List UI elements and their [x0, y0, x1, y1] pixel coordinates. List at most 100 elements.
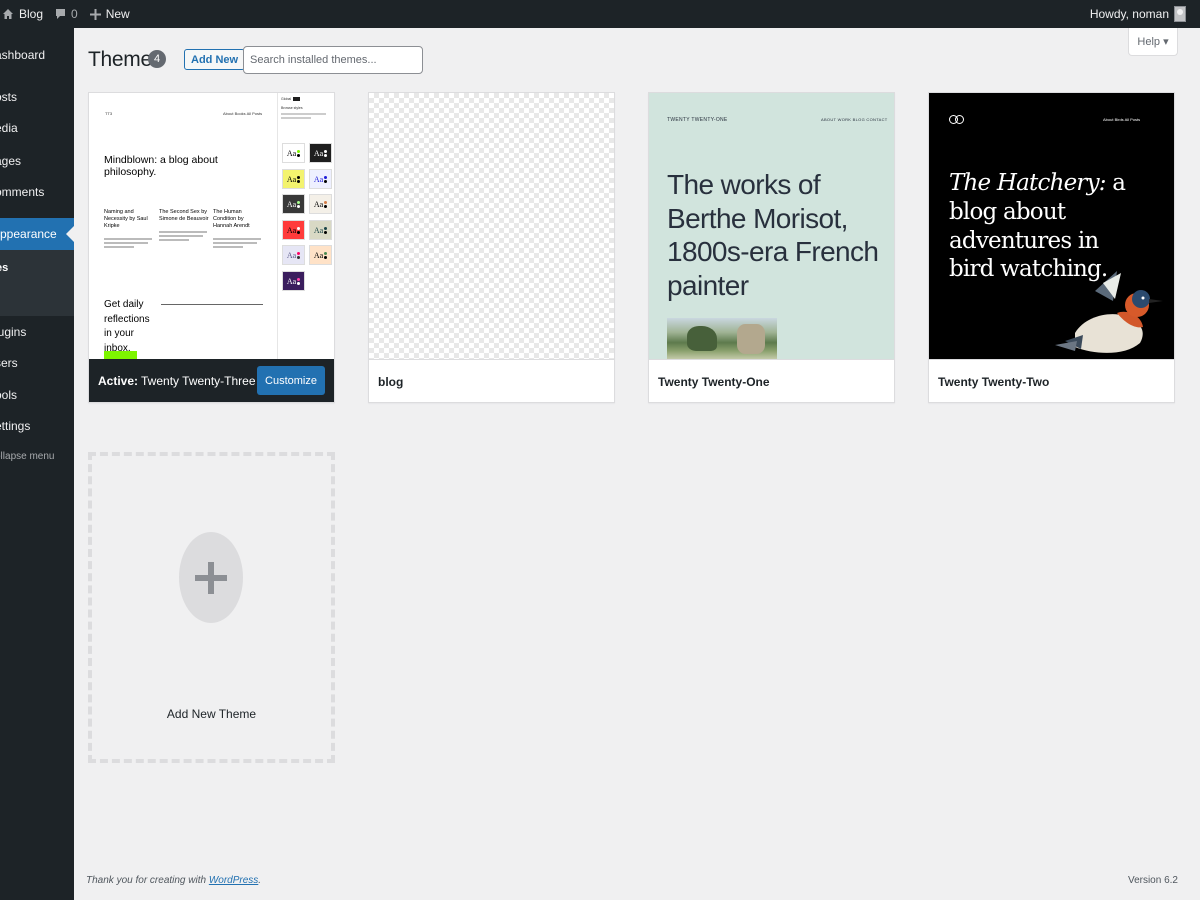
style-swatch: Aa [282, 245, 305, 265]
swatch-text: Aa [313, 250, 324, 260]
sidebar-item-label: lugins [0, 325, 27, 339]
main-content: Help ▾ Themes 4 Add New TT3 About Books … [74, 28, 1200, 900]
new-label: New [105, 7, 130, 21]
style-swatch: Aa [309, 220, 332, 240]
preview-site-title: TWENTY TWENTY-ONE [667, 117, 728, 123]
site-name: Blog [19, 7, 44, 21]
swatch-text: Aa [313, 225, 324, 235]
style-swatch: Aa [309, 169, 332, 189]
swatch-text: Aa [286, 276, 297, 286]
preview-nav: About Birds All Posts [1103, 117, 1141, 122]
panel-head-label: Global [281, 97, 292, 101]
preview-button [104, 351, 137, 359]
sidebar-item-label: ppearance [0, 227, 57, 241]
style-swatch: Aa [309, 245, 332, 265]
avatar [1174, 6, 1186, 22]
preview-nav: About Books All Posts [223, 111, 263, 116]
footer-text-end: . [258, 875, 262, 886]
sidebar-item-label: edia [0, 121, 18, 135]
swatch-text: Aa [286, 225, 297, 235]
panel-title: Browse styles [281, 106, 303, 110]
preview-column: The Second Sex by Simone de Beauvoir [159, 209, 209, 243]
footer-version: Version 6.2 [1127, 875, 1178, 886]
site-menu[interactable]: Blog [0, 0, 49, 28]
appearance-submenu [0, 250, 74, 316]
sidebar-item-label: es [0, 262, 9, 274]
admin-bar: Blog 0 New Howdy, noman [0, 0, 1200, 28]
search-themes-input[interactable] [243, 46, 423, 74]
theme-screenshot[interactable]: TWENTY TWENTY-ONE ABOUT WORK BLOG CONTAC… [649, 93, 894, 359]
add-theme-plus-icon [179, 532, 243, 623]
my-account-menu[interactable]: Howdy, noman [1090, 6, 1200, 22]
sidebar-item-label: omments [0, 185, 45, 199]
sidebar-item-pages[interactable]: ages [0, 154, 21, 168]
style-swatch: Aa [282, 143, 305, 163]
swatch-text: Aa [313, 148, 324, 158]
submenu-item-themes[interactable]: es [0, 262, 8, 274]
preview-column-title: The Human Condition by Hannah Arendt [213, 209, 250, 230]
theme-screenshot[interactable] [369, 93, 614, 359]
preview-nav: ABOUT WORK BLOG CONTACT [821, 117, 888, 122]
style-swatch: Aa [282, 220, 305, 240]
preview-column: The Human Condition by Hannah Arendt [213, 209, 263, 250]
footer-text: Thank you for creating with [86, 875, 209, 886]
sidebar-item-posts[interactable]: osts [0, 90, 17, 104]
style-swatch: Aa [309, 143, 332, 163]
comment-icon [56, 9, 66, 19]
preview-column-title: The Second Sex by Simone de Beauvoir [159, 209, 209, 223]
theme-card-twenty-twenty-one[interactable]: TWENTY TWENTY-ONE ABOUT WORK BLOG CONTAC… [648, 92, 895, 403]
sidebar-item-settings[interactable]: ettings [0, 419, 30, 433]
sidebar-item-comments[interactable]: omments [0, 185, 44, 199]
sidebar-item-label: sers [0, 356, 18, 370]
add-new-theme-card[interactable]: Add New Theme [88, 452, 335, 763]
theme-screenshot[interactable]: About Birds All Posts The Hatchery: a bl… [929, 93, 1174, 359]
theme-card-twenty-twenty-two[interactable]: About Birds All Posts The Hatchery: a bl… [928, 92, 1175, 403]
theme-name-bar: Active: Twenty Twenty-Three Customize [89, 359, 334, 402]
swatch-text: Aa [286, 174, 297, 184]
sidebar-item-plugins[interactable]: lugins [0, 325, 26, 339]
sidebar-item-users[interactable]: sers [0, 356, 18, 370]
add-new-theme-label: Add New Theme [166, 707, 257, 721]
panel-head: Global [281, 97, 301, 102]
customize-button[interactable]: Customize [257, 366, 325, 395]
bird-illustration [1055, 271, 1163, 353]
preview-headline-italic: The Hatchery: [949, 170, 1107, 196]
swatch-text: Aa [313, 174, 324, 184]
theme-screenshot[interactable]: TT3 About Books All Posts Mindblown: a b… [89, 93, 334, 359]
help-button[interactable]: Help ▾ [1128, 28, 1178, 56]
comments-menu[interactable]: 0 [49, 0, 84, 28]
painting-image [667, 318, 777, 359]
preview-cta: Get daily reflections in your inbox. [104, 299, 150, 354]
comments-count: 0 [71, 7, 78, 21]
new-content-menu[interactable]: New [84, 0, 136, 28]
sidebar-item-appearance[interactable]: ppearance [0, 218, 74, 250]
sidebar-item-label: ools [0, 388, 18, 402]
swatch-text: Aa [286, 199, 297, 209]
swatch-text: Aa [286, 148, 297, 158]
add-new-button[interactable]: Add New [184, 49, 246, 70]
theme-card-twenty-twenty-three[interactable]: TT3 About Books All Posts Mindblown: a b… [88, 92, 335, 403]
preview-headline: Mindblown: a blog about philosophy. [104, 154, 218, 178]
sidebar-item-dashboard[interactable]: ashboard [0, 48, 45, 62]
sidebar-item-tools[interactable]: ools [0, 388, 17, 402]
sidebar-item-label: ashboard [0, 48, 46, 62]
preview-logo-icon [949, 115, 964, 124]
theme-name: Twenty Twenty-One [649, 359, 894, 402]
theme-count-badge: 4 [148, 50, 166, 68]
collapse-menu-button[interactable]: ollapse menu [0, 451, 54, 462]
style-swatch: Aa [282, 194, 305, 214]
active-label: Active: [98, 374, 139, 388]
style-swatch: Aa [282, 271, 305, 291]
wordpress-link[interactable]: WordPress [209, 875, 258, 886]
preview-styles-panel: Global Browse styles Aa Aa Aa Aa Aa Aa A… [277, 93, 334, 359]
preview-logo: TT3 [105, 111, 113, 116]
theme-card-blog[interactable]: blog [368, 92, 615, 403]
theme-name: Twenty Twenty-Three [141, 374, 256, 388]
sidebar-item-label: ettings [0, 419, 31, 433]
theme-name: blog [369, 359, 614, 402]
theme-name: Twenty Twenty-Two [929, 359, 1174, 402]
swatch-text: Aa [286, 250, 297, 260]
sidebar-item-media[interactable]: edia [0, 121, 18, 135]
preview-divider [161, 304, 263, 305]
preview-headline: The works of Berthe Morisot, 1800s-era F… [667, 169, 879, 301]
